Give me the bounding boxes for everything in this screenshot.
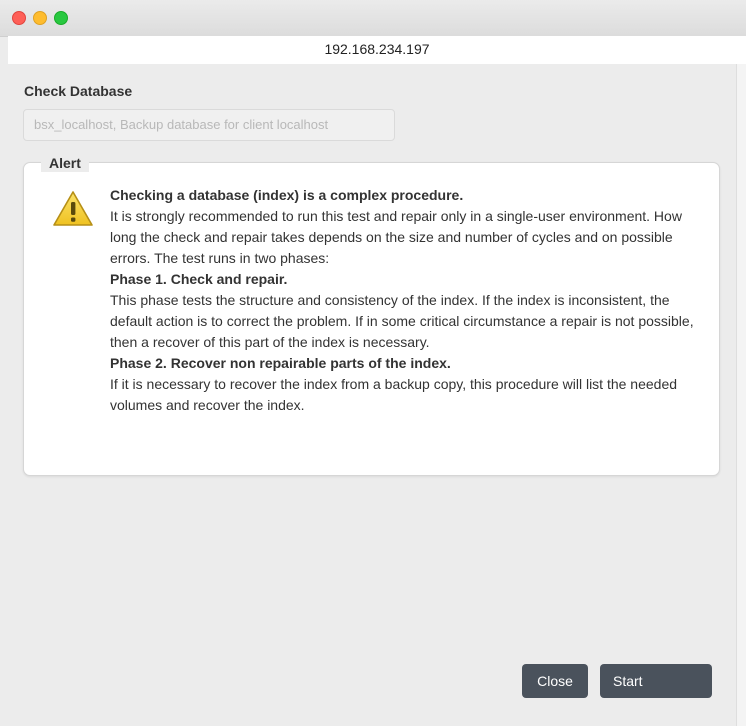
- phase1-title: Phase 1. Check and repair.: [110, 271, 288, 287]
- alert-panel: Alert Checking a database (index) is a c…: [23, 154, 720, 476]
- start-button[interactable]: Start: [600, 664, 712, 698]
- alert-legend: Alert: [41, 154, 89, 172]
- phase2-text: If it is necessary to recover the index …: [110, 376, 678, 413]
- window-close-button[interactable]: [12, 11, 26, 25]
- warning-icon: [53, 191, 93, 226]
- title-bar: [0, 0, 746, 37]
- window-minimize-button[interactable]: [33, 11, 47, 25]
- address-bar: 192.168.234.197: [8, 36, 746, 65]
- address-text: 192.168.234.197: [324, 41, 430, 57]
- section-title: Check Database: [24, 83, 133, 99]
- alert-message: Checking a database (index) is a complex…: [110, 185, 700, 416]
- app-window: 192.168.234.197 Check Database bsx_local…: [0, 0, 746, 726]
- alert-intro: It is strongly recommended to run this t…: [110, 208, 682, 266]
- alert-heading: Checking a database (index) is a complex…: [110, 187, 464, 203]
- phase2-title: Phase 2. Recover non repairable parts of…: [110, 355, 451, 371]
- dialog-content: Check Database bsx_localhost, Backup dat…: [8, 64, 736, 726]
- window-maximize-button[interactable]: [54, 11, 68, 25]
- close-button[interactable]: Close: [522, 664, 588, 698]
- phase1-text: This phase tests the structure and consi…: [110, 292, 694, 350]
- scrollbar-track[interactable]: [736, 64, 746, 726]
- database-field[interactable]: bsx_localhost, Backup database for clien…: [23, 109, 395, 141]
